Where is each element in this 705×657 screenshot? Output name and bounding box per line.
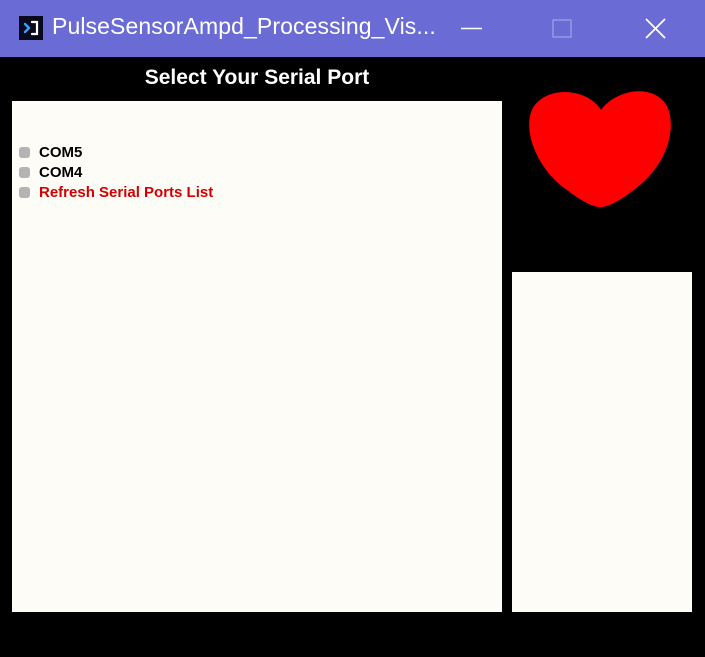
close-icon xyxy=(645,18,666,39)
minimize-button[interactable] xyxy=(425,0,517,57)
minimize-icon xyxy=(461,27,482,30)
port-option-com4[interactable]: COM4 xyxy=(19,162,213,182)
pulse-display-panel xyxy=(512,272,692,612)
page-title: Select Your Serial Port xyxy=(144,66,370,89)
port-option-com5[interactable]: COM5 xyxy=(19,142,213,162)
heart-icon xyxy=(529,91,671,208)
window-title: PulseSensorAmpd_Processing_Vis... xyxy=(52,13,436,39)
processing-app-icon xyxy=(19,16,43,40)
close-button[interactable] xyxy=(610,0,702,57)
port-label[interactable]: COM4 xyxy=(39,164,82,181)
refresh-ports-label[interactable]: Refresh Serial Ports List xyxy=(39,184,213,201)
title-bar[interactable]: PulseSensorAmpd_Processing_Vis... xyxy=(0,0,705,57)
serial-port-list: COM5 COM4 Refresh Serial Ports List xyxy=(19,142,213,202)
radio-button[interactable] xyxy=(19,186,30,198)
refresh-ports-option[interactable]: Refresh Serial Ports List xyxy=(19,182,213,202)
radio-button[interactable] xyxy=(19,166,30,178)
radio-button[interactable] xyxy=(19,146,30,158)
maximize-icon xyxy=(552,19,572,38)
maximize-button[interactable] xyxy=(516,0,608,57)
port-label[interactable]: COM5 xyxy=(39,144,82,161)
app-window: PulseSensorAmpd_Processing_Vis... Select… xyxy=(0,0,705,657)
